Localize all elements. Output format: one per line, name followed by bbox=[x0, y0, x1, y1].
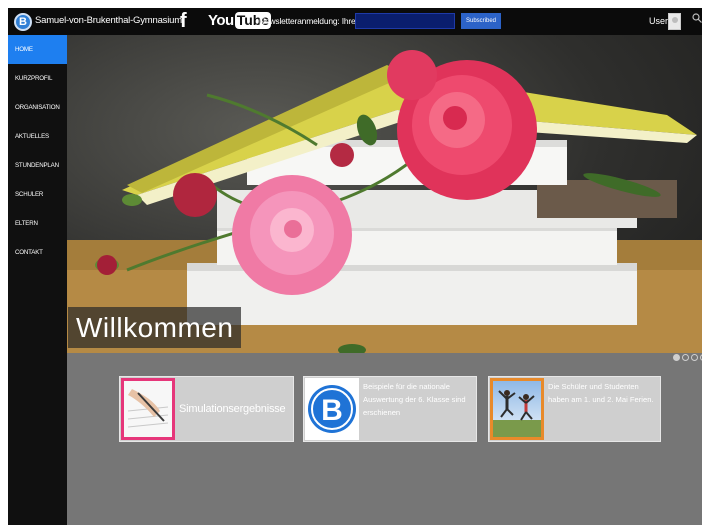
hero-slider: Willkommen bbox=[67, 35, 702, 353]
user-avatar-icon[interactable] bbox=[668, 13, 681, 30]
jumping-kids-thumbnail bbox=[490, 378, 544, 440]
search-icon[interactable] bbox=[692, 13, 702, 23]
sidebar-item-home[interactable]: HOME bbox=[8, 35, 67, 64]
news-card-auswertung[interactable]: B Beispiele für die nationale Auswertung… bbox=[303, 376, 477, 442]
writing-hand-thumbnail bbox=[121, 378, 175, 440]
sidebar-item-stundenplan[interactable]: STUNDENPLAN bbox=[8, 151, 67, 180]
user-label[interactable]: User bbox=[649, 16, 668, 26]
school-logo-letter: B bbox=[321, 394, 343, 427]
news-card-ferien[interactable]: Die Schüler und Studenten haben am 1. un… bbox=[488, 376, 661, 442]
sidebar-nav: HOME KURZPROFIL ORGANISATION AKTUELLES S… bbox=[8, 35, 67, 525]
subscribe-button[interactable]: Subscribed bbox=[461, 13, 501, 29]
site-title[interactable]: Samuel-von-Brukenthal-Gymnasium bbox=[35, 15, 182, 26]
youtube-you: You bbox=[208, 12, 234, 29]
slide-dot-3[interactable] bbox=[691, 354, 698, 361]
card-title: Simulationsergebnisse bbox=[179, 403, 286, 415]
sidebar-item-schuler[interactable]: SCHULER bbox=[8, 180, 67, 209]
slider-dots bbox=[673, 354, 702, 361]
slide-dot-2[interactable] bbox=[682, 354, 689, 361]
facebook-icon[interactable]: f bbox=[180, 11, 187, 31]
newsletter-email-input[interactable] bbox=[355, 13, 455, 29]
hero-image bbox=[67, 50, 702, 353]
slide-dot-1[interactable] bbox=[673, 354, 680, 361]
card-text: Beispiele für die nationale Auswertung d… bbox=[363, 382, 466, 417]
school-logo-thumbnail: B bbox=[305, 378, 359, 440]
card-text: Die Schüler und Studenten haben am 1. un… bbox=[548, 382, 654, 404]
sidebar-item-eltern[interactable]: ELTERN bbox=[8, 209, 67, 238]
news-card-simulation[interactable]: Simulationsergebnisse bbox=[119, 376, 294, 442]
welcome-heading: Willkommen bbox=[68, 307, 242, 348]
sidebar-item-aktuelles[interactable]: AKTUELLES bbox=[8, 122, 67, 151]
sidebar-item-organisation[interactable]: ORGANISATION bbox=[8, 93, 67, 122]
sidebar-item-contakt[interactable]: CONTAKT bbox=[8, 238, 67, 267]
school-logo[interactable]: B bbox=[14, 13, 32, 31]
top-bar: B Samuel-von-Brukenthal-Gymnasium f You … bbox=[8, 8, 702, 35]
sidebar-item-kurzprofil[interactable]: KURZPROFIL bbox=[8, 64, 67, 93]
